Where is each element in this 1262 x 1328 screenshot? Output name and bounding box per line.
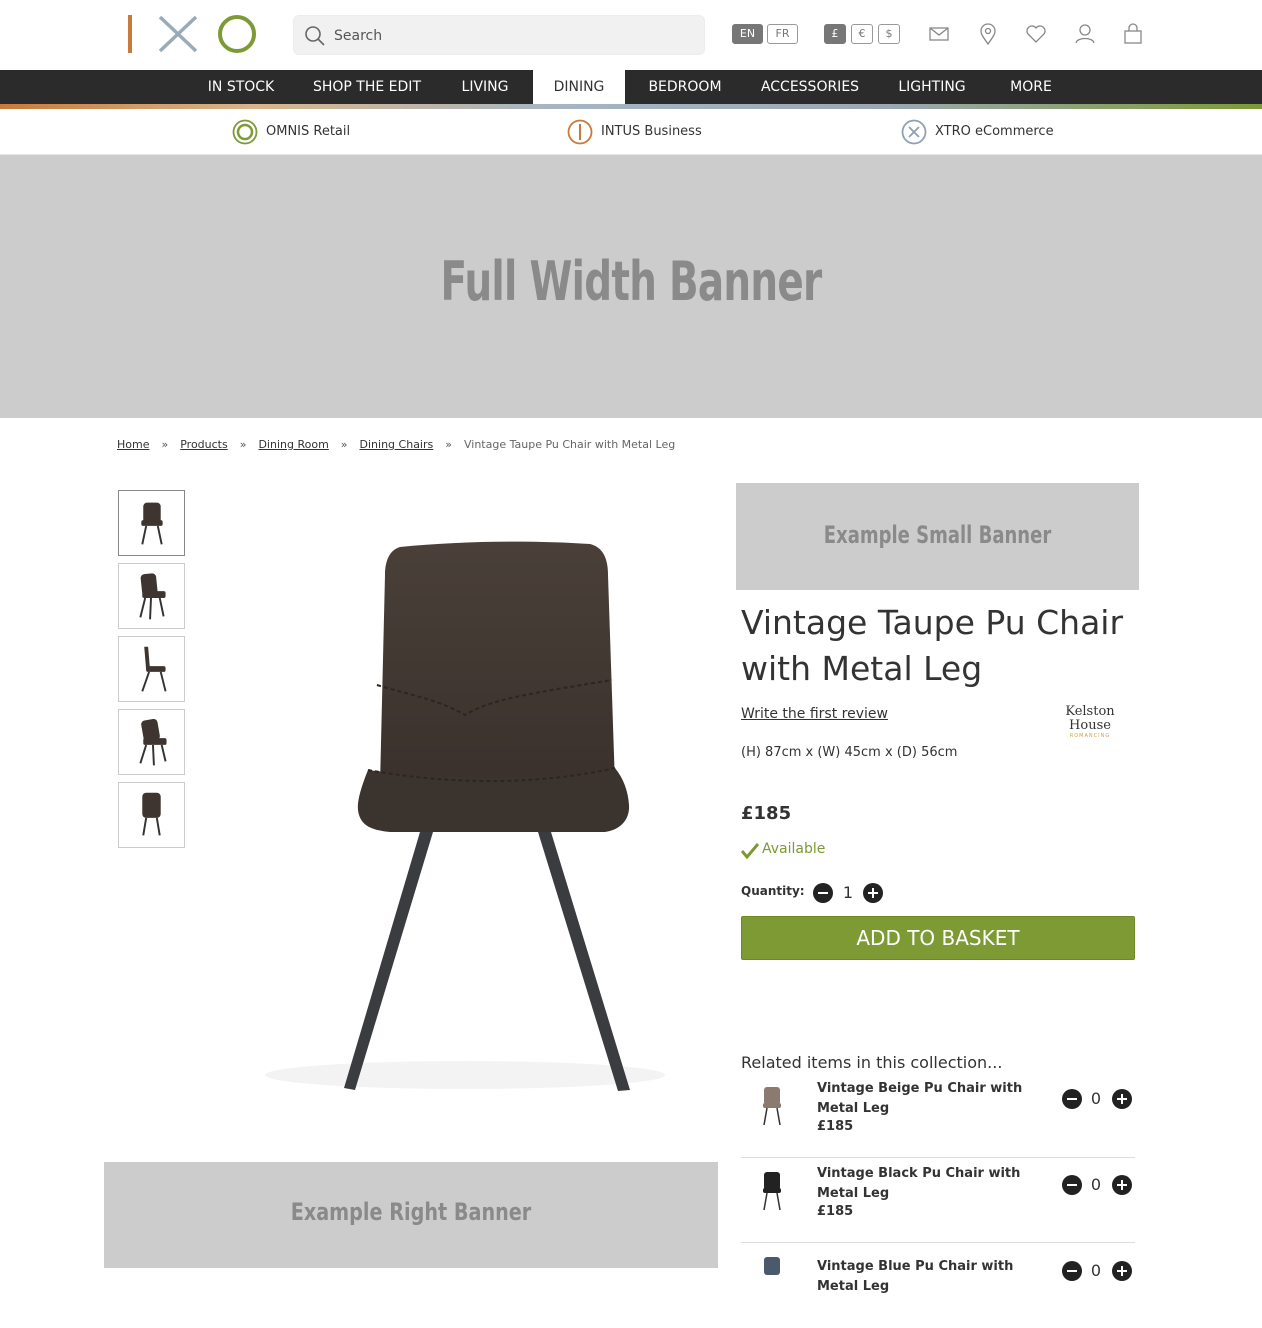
related-item-image[interactable] [757, 1168, 787, 1214]
quantity-value[interactable]: 1 [840, 883, 856, 902]
checkmark-icon [741, 843, 759, 859]
heart-icon[interactable] [1025, 22, 1047, 46]
nav-lighting[interactable]: LIGHTING [889, 70, 975, 104]
nav-living[interactable]: LIVING [451, 70, 519, 104]
right-banner[interactable]: Example Right Banner [104, 1162, 718, 1268]
related-quantity-decrease-button[interactable] [1062, 1261, 1082, 1281]
currency-usd[interactable]: $ [878, 24, 900, 44]
related-item: Vintage Beige Pu Chair with Metal Leg £1… [741, 1073, 1135, 1158]
product-thumbnail[interactable] [118, 563, 185, 629]
breadcrumb: Home » Products » Dining Room » Dining Chairs »… [117, 438, 675, 451]
related-item-image[interactable] [757, 1083, 787, 1129]
nav-bedroom[interactable]: BEDROOM [640, 70, 730, 104]
add-to-basket-button[interactable]: ADD TO BASKET [741, 916, 1135, 960]
nav-more[interactable]: MORE [1000, 70, 1062, 104]
small-banner[interactable]: Example Small Banner [736, 483, 1139, 590]
related-item: Vintage Black Pu Chair with Metal Leg £1… [741, 1158, 1135, 1243]
product-title: Vintage Taupe Pu Chair with Metal Leg [741, 603, 1124, 688]
product-dimensions: (H) 87cm x (W) 45cm x (D) 56cm [741, 745, 958, 760]
main-nav: IN STOCK SHOP THE EDIT LIVING DINING BED… [0, 70, 1262, 104]
related-item-price: £185 [817, 1119, 854, 1134]
nav-accessories[interactable]: ACCESSORIES [753, 70, 867, 104]
product-thumbnail[interactable] [118, 709, 185, 775]
basket-icon[interactable] [1122, 22, 1144, 46]
search-icon [305, 26, 325, 46]
product-thumbnail[interactable] [118, 636, 185, 702]
related-item-name[interactable]: Vintage Blue Pu Chair with Metal Leg [817, 1257, 1052, 1297]
breadcrumb-current: Vintage Taupe Pu Chair with Metal Leg [463, 438, 676, 451]
search-input[interactable] [334, 24, 684, 48]
subbar-intus-label: INTUS Business [601, 124, 702, 139]
brand-subbar: OMNIS Retail INTUS Business XTRO eCommer… [0, 109, 1262, 155]
quantity-label: Quantity: [741, 884, 805, 898]
chair-front-image [141, 502, 163, 545]
subbar-xtro[interactable]: XTRO eCommerce [901, 119, 1061, 145]
related-heading: Related items in this collection... [741, 1053, 1003, 1072]
chair-side-image [141, 646, 167, 692]
subbar-xtro-label: XTRO eCommerce [935, 124, 1054, 139]
related-item: Vintage Blue Pu Chair with Metal Leg 0 [741, 1243, 1135, 1328]
related-item-image[interactable] [757, 1253, 787, 1299]
related-quantity-decrease-button[interactable] [1062, 1089, 1082, 1109]
search-box[interactable] [293, 15, 705, 55]
full-width-banner-text: Full Width Banner [440, 250, 823, 313]
right-banner-text: Example Right Banner [290, 1198, 532, 1226]
lang-en[interactable]: EN [732, 24, 763, 44]
site-header: EN FR £ € $ [0, 0, 1262, 70]
related-quantity-increase-button[interactable] [1112, 1261, 1132, 1281]
breadcrumb-home[interactable]: Home [117, 438, 149, 451]
subbar-omnis-label: OMNIS Retail [266, 124, 351, 139]
full-width-banner[interactable]: Full Width Banner [0, 155, 1262, 418]
ixo-logo[interactable] [124, 12, 264, 58]
breadcrumb-products[interactable]: Products [180, 438, 228, 451]
small-banner-text: Example Small Banner [823, 521, 1052, 549]
related-quantity-value[interactable]: 0 [1088, 1175, 1104, 1194]
breadcrumb-dining-room[interactable]: Dining Room [258, 438, 328, 451]
currency-gbp[interactable]: £ [824, 24, 846, 44]
quantity-increase-button[interactable] [863, 883, 883, 903]
nav-in-stock[interactable]: IN STOCK [197, 70, 285, 104]
product-price: £185 [741, 803, 792, 824]
related-item-price: £185 [817, 1204, 854, 1219]
currency-eur[interactable]: € [851, 24, 873, 44]
xtro-icon [901, 119, 927, 145]
chair-back-angle-image [139, 718, 167, 766]
related-item-name[interactable]: Vintage Black Pu Chair with Metal Leg [817, 1164, 1052, 1204]
chair-angle-image [139, 573, 166, 620]
brand-logo[interactable]: Kelston House ROMANCING [1045, 705, 1135, 740]
write-review-link[interactable]: Write the first review [741, 706, 888, 722]
subbar-omnis[interactable]: OMNIS Retail [232, 119, 382, 145]
breadcrumb-separator: » [161, 438, 169, 451]
location-icon[interactable] [977, 22, 999, 46]
brand-name: Kelston House [1065, 704, 1115, 733]
related-item-name[interactable]: Vintage Beige Pu Chair with Metal Leg [817, 1079, 1052, 1119]
availability-label: Available [762, 841, 826, 857]
related-quantity-decrease-button[interactable] [1062, 1175, 1082, 1195]
related-quantity-value[interactable]: 0 [1088, 1261, 1104, 1280]
brand-tagline: ROMANCING [1069, 733, 1111, 739]
related-quantity-value[interactable]: 0 [1088, 1089, 1104, 1108]
breadcrumb-separator: » [445, 438, 452, 451]
breadcrumb-separator: » [239, 438, 247, 451]
breadcrumb-dining-chairs[interactable]: Dining Chairs [360, 438, 434, 451]
main-product-image[interactable] [240, 485, 690, 1105]
subbar-intus[interactable]: INTUS Business [567, 119, 717, 145]
related-quantity-increase-button[interactable] [1112, 1089, 1132, 1109]
mail-icon[interactable] [928, 22, 950, 46]
breadcrumb-separator: » [340, 438, 348, 451]
omnis-icon [232, 119, 258, 145]
quantity-decrease-button[interactable] [813, 883, 833, 903]
intus-icon [567, 119, 593, 145]
nav-shop-the-edit[interactable]: SHOP THE EDIT [303, 70, 431, 104]
lang-fr[interactable]: FR [767, 24, 798, 44]
nav-dining[interactable]: DINING [533, 70, 625, 104]
related-quantity-increase-button[interactable] [1112, 1175, 1132, 1195]
product-thumbnail[interactable] [118, 490, 185, 556]
product-thumbnail[interactable] [118, 782, 185, 848]
user-icon[interactable] [1074, 22, 1096, 46]
chair-back-image [142, 792, 161, 836]
